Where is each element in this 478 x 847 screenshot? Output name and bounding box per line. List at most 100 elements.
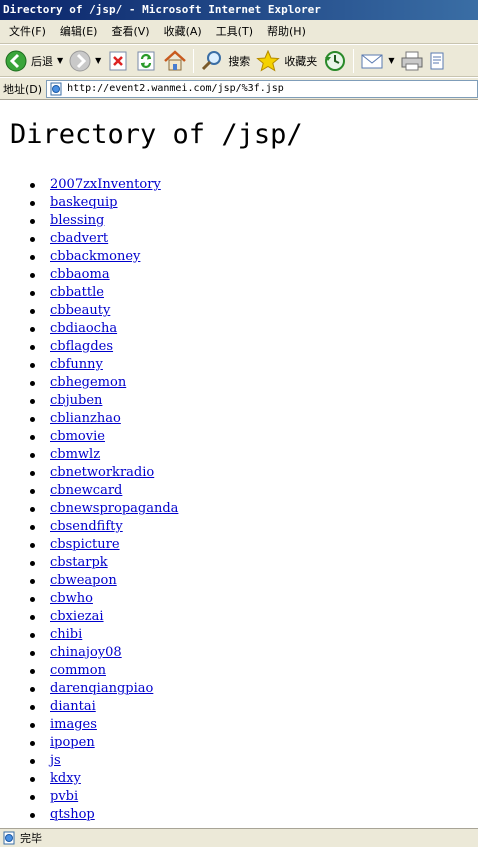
directory-list: 2007zxInventory baskequip blessing cbadvert… [30, 176, 178, 824]
forward-button[interactable]: ▼ [66, 47, 104, 75]
directory-link[interactable]: cbhegemon [50, 374, 126, 392]
directory-link[interactable]: baskequip [50, 194, 118, 212]
menu-tools[interactable]: 工具(T) [209, 22, 260, 42]
bullet-icon [30, 272, 35, 278]
bullet-icon [30, 362, 35, 368]
bullet-icon [30, 470, 35, 476]
search-button[interactable]: 搜索 [197, 47, 253, 75]
directory-link[interactable]: js [50, 752, 61, 770]
mail-button[interactable]: ▼ [357, 47, 397, 75]
directory-link[interactable]: cbfunny [50, 356, 103, 374]
bullet-icon [30, 326, 35, 332]
status-text: 完毕 [20, 832, 42, 845]
bullet-icon [30, 794, 35, 800]
bullet-icon [30, 560, 35, 566]
directory-link[interactable]: darenqiangpiao [50, 680, 153, 698]
directory-link[interactable]: cblianzhao [50, 410, 121, 428]
bullet-icon [30, 704, 35, 710]
directory-link[interactable]: cbbackmoney [50, 248, 140, 266]
bullet-icon [30, 776, 35, 782]
directory-link[interactable]: ipopen [50, 734, 95, 752]
menu-help[interactable]: 帮助(H) [260, 22, 313, 42]
directory-link[interactable]: cbdiaocha [50, 320, 117, 338]
back-dropdown-icon[interactable]: ▼ [57, 56, 63, 65]
stop-button[interactable] [104, 47, 132, 75]
bullet-icon [30, 686, 35, 692]
directory-link[interactable]: blessing [50, 212, 104, 230]
list-item: 2007zxInventory [30, 176, 178, 194]
list-item: cbweapon [30, 572, 178, 590]
directory-link[interactable]: chibi [50, 626, 82, 644]
list-item: cbbackmoney [30, 248, 178, 266]
page-status-icon [2, 831, 16, 845]
home-icon [163, 49, 187, 72]
address-url[interactable]: http://event2.wanmei.com/jsp/%3f.jsp [67, 83, 284, 94]
menu-file[interactable]: 文件(F) [2, 22, 53, 42]
back-icon [5, 50, 27, 72]
list-item: cbjuben [30, 392, 178, 410]
directory-link[interactable]: chinajoy08 [50, 644, 122, 662]
list-item: chinajoy08 [30, 644, 178, 662]
directory-link[interactable]: diantai [50, 698, 96, 716]
home-button[interactable] [160, 47, 190, 75]
bullet-icon [30, 722, 35, 728]
mail-dropdown-icon[interactable]: ▼ [388, 56, 394, 65]
directory-link[interactable]: kdxy [50, 770, 81, 788]
directory-link[interactable]: cbflagdes [50, 338, 113, 356]
bullet-icon [30, 200, 35, 206]
directory-link[interactable]: cbstarpk [50, 554, 108, 572]
back-button[interactable]: 后退 ▼ [2, 47, 66, 75]
address-input[interactable]: http://event2.wanmei.com/jsp/%3f.jsp [46, 79, 478, 98]
directory-link[interactable]: cbbattle [50, 284, 104, 302]
directory-link[interactable]: cbnetworkradio [50, 464, 154, 482]
directory-link[interactable]: cbbaoma [50, 266, 110, 284]
directory-link[interactable]: cbnewcard [50, 482, 122, 500]
bullet-icon [30, 596, 35, 602]
directory-link[interactable]: cbjuben [50, 392, 102, 410]
directory-link[interactable]: 2007zxInventory [50, 176, 161, 194]
bullet-icon [30, 254, 35, 260]
directory-link[interactable]: cbmovie [50, 428, 105, 446]
history-button[interactable] [320, 47, 350, 75]
stop-icon [107, 50, 129, 72]
forward-icon [69, 50, 91, 72]
list-item: cbflagdes [30, 338, 178, 356]
refresh-button[interactable] [132, 47, 160, 75]
directory-link[interactable]: qtshop [50, 806, 95, 824]
directory-link[interactable]: cbxiezai [50, 608, 104, 626]
directory-link[interactable]: cbadvert [50, 230, 108, 248]
forward-dropdown-icon[interactable]: ▼ [95, 56, 101, 65]
directory-link[interactable]: cbbeauty [50, 302, 110, 320]
list-item: cbmovie [30, 428, 178, 446]
edit-button[interactable] [427, 47, 447, 75]
list-item: ipopen [30, 734, 178, 752]
search-label: 搜索 [228, 54, 251, 68]
bullet-icon [30, 344, 35, 350]
bullet-icon [30, 218, 35, 224]
directory-link[interactable]: cbwho [50, 590, 93, 608]
list-item: cbwho [30, 590, 178, 608]
menu-edit[interactable]: 编辑(E) [53, 22, 105, 42]
directory-link[interactable]: cbsendfifty [50, 518, 123, 536]
menu-bar: 文件(F) 编辑(E) 查看(V) 收藏(A) 工具(T) 帮助(H) [0, 20, 478, 44]
bullet-icon [30, 812, 35, 818]
list-item: cbnewcard [30, 482, 178, 500]
bullet-icon [30, 416, 35, 422]
directory-link[interactable]: cbspicture [50, 536, 120, 554]
menu-view[interactable]: 查看(V) [104, 22, 156, 42]
print-button[interactable] [397, 47, 427, 75]
bullet-icon [30, 578, 35, 584]
directory-link[interactable]: cbnewspropaganda [50, 500, 178, 518]
favorites-button[interactable]: 收藏夹 [253, 47, 320, 75]
bullet-icon [30, 182, 35, 188]
list-item: diantai [30, 698, 178, 716]
menu-favorites[interactable]: 收藏(A) [157, 22, 209, 42]
directory-link[interactable]: common [50, 662, 106, 680]
directory-link[interactable]: pvbi [50, 788, 78, 806]
bullet-icon [30, 614, 35, 620]
back-label: 后退 [31, 54, 53, 68]
bullet-icon [30, 524, 35, 530]
directory-link[interactable]: images [50, 716, 97, 734]
directory-link[interactable]: cbmwlz [50, 446, 100, 464]
directory-link[interactable]: cbweapon [50, 572, 117, 590]
